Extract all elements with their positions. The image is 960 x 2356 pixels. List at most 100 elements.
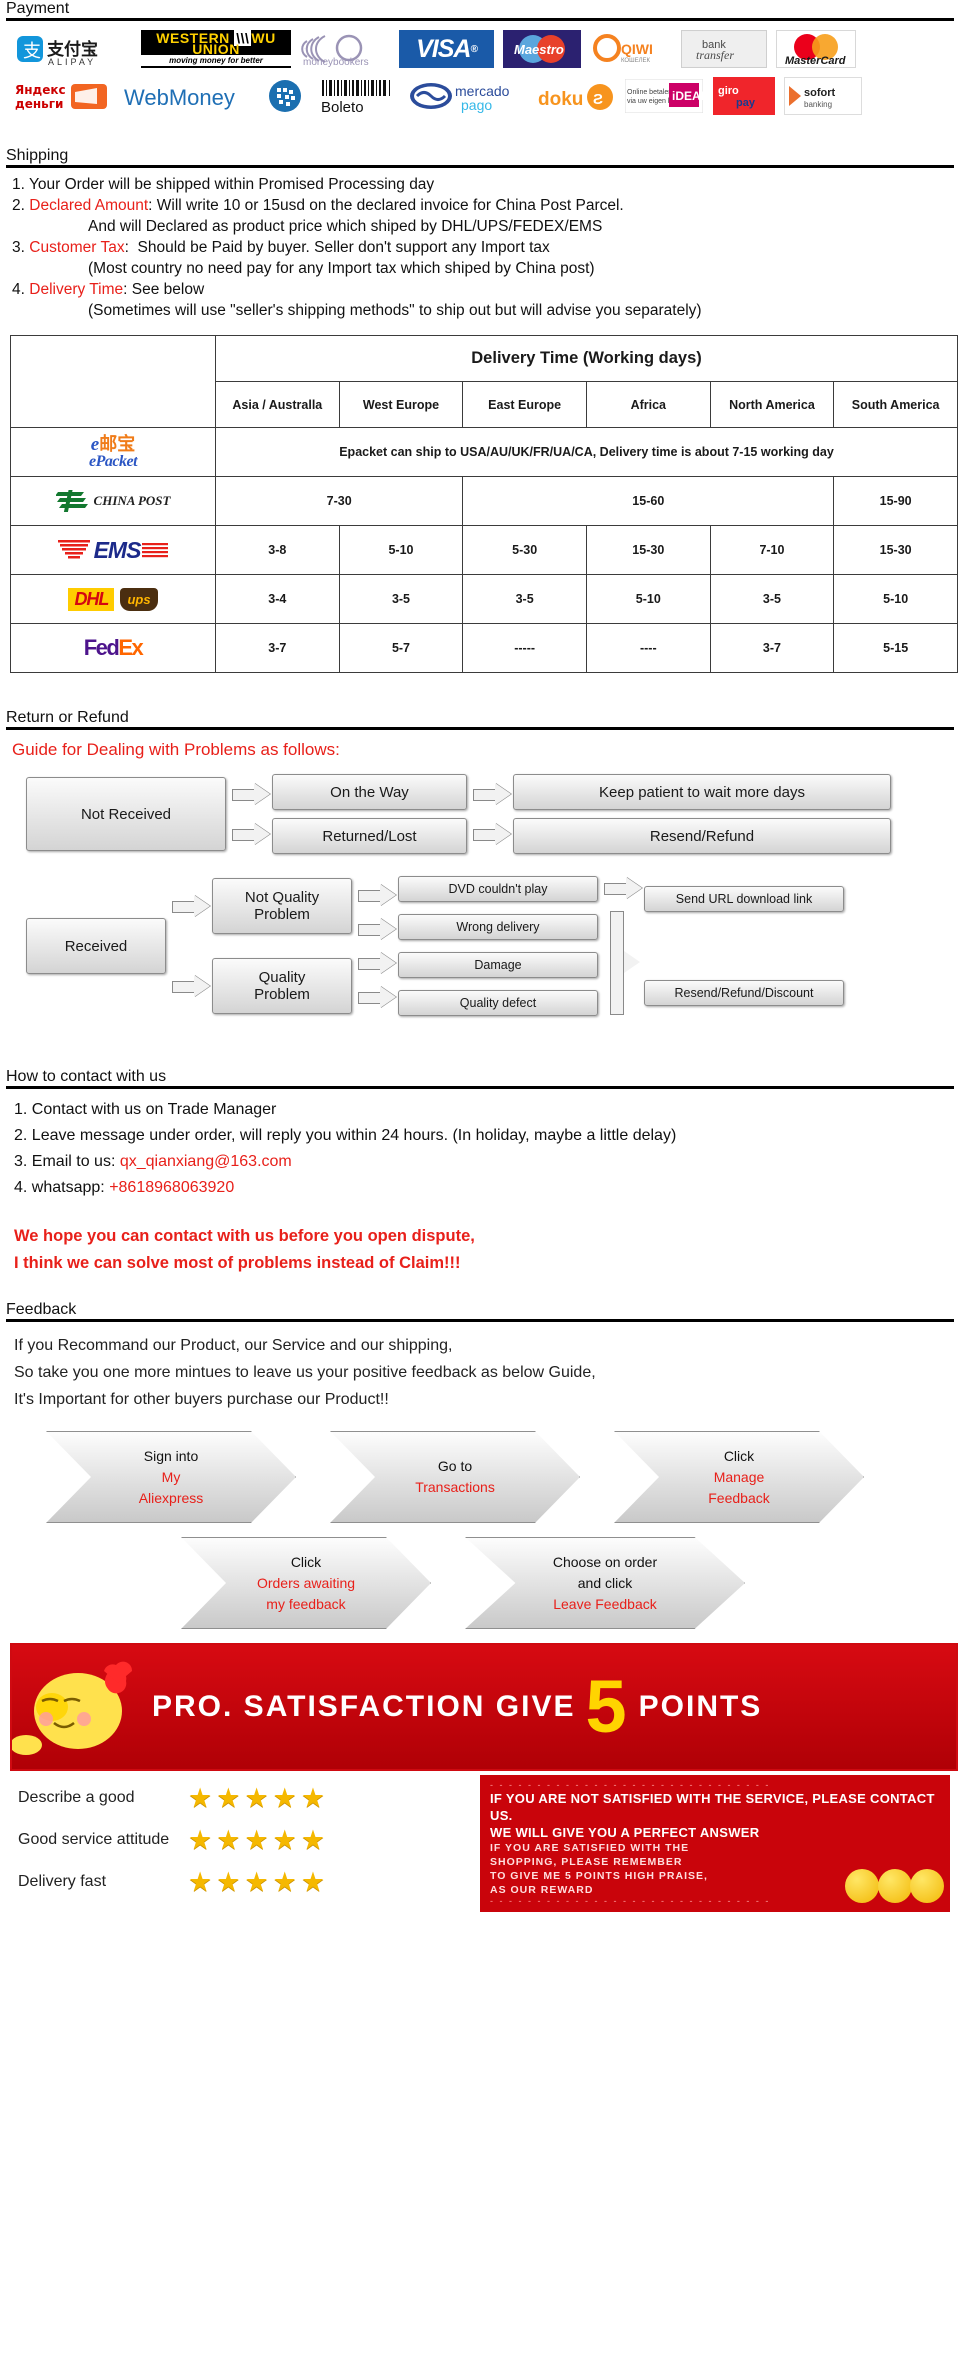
arrow-icon: [473, 783, 513, 805]
shipping-note: (Most country no need pay for any Import…: [88, 260, 595, 277]
dhl-time: 5-10: [585, 574, 711, 624]
dotpay-logo: [262, 77, 310, 115]
feedback-divider: [6, 1319, 954, 1322]
rating-row: Good service attitude ★ ★ ★ ★ ★: [18, 1819, 480, 1861]
dhl-time: 3-4: [215, 574, 340, 624]
svg-text:moneybookers: moneybookers: [303, 57, 369, 67]
contact-item: 4. whatsapp: +8618968063920: [14, 1179, 235, 1196]
shipping-note: 2. Declared Amount: Will write 10 or 15u…: [12, 197, 624, 214]
svg-text:giro: giro: [718, 85, 739, 97]
return-flowchart: Guide for Dealing with Problems as follo…: [6, 730, 954, 1020]
svg-text:Maestro: Maestro: [514, 42, 564, 57]
arrow-icon: [232, 783, 272, 805]
feedback-intro: If you Recommand our Product, our Servic…: [6, 1322, 954, 1417]
star-icon[interactable]: ★: [244, 1868, 268, 1896]
svg-text:Online betalen: Online betalen: [627, 89, 672, 96]
flow-not-received: Not Received: [26, 777, 226, 851]
banner-text-before: PRO. SATISFACTION GIVE: [152, 1690, 576, 1723]
smiley-icon: [910, 1869, 944, 1903]
epacket-note: Epacket can ship to USA/AU/UK/FR/UA/CA, …: [215, 427, 958, 477]
table-row: DHL ups 3-4 3-5 3-5 5-10 3-5 5-10: [10, 574, 958, 624]
satisfaction-banner: PRO. SATISFACTION GIVE 5 POINTS: [10, 1643, 958, 1771]
shipping-divider: [6, 165, 954, 168]
star-icon[interactable]: ★: [216, 1784, 240, 1812]
svg-text:Яндекс: Яндекс: [15, 83, 66, 97]
arrow-icon: [172, 895, 212, 917]
feedback-steps-row-1: Sign into My Aliexpress Go to Transactio…: [6, 1417, 954, 1523]
payment-row-1: 支 支付宝 ALIPAY WESTERN \\\ WU UNION moving …: [14, 29, 946, 69]
shipping-note: (Sometimes will use "seller's shipping m…: [88, 302, 702, 319]
star-icon[interactable]: ★: [273, 1784, 297, 1812]
whatsapp-number[interactable]: +8618968063920: [109, 1179, 234, 1196]
mastercard-logo: MasterCard: [776, 30, 856, 68]
star-icon[interactable]: ★: [301, 1826, 325, 1854]
step-label-black: Click: [290, 1553, 322, 1570]
star-icon[interactable]: ★: [301, 1868, 325, 1896]
flow-keep-patient: Keep patient to wait more days: [513, 774, 891, 810]
return-divider: [6, 727, 954, 730]
flow-not-quality-problem: Not Quality Problem: [212, 878, 352, 934]
flow-wrong-delivery: Wrong delivery: [398, 914, 598, 940]
svg-text:ALIPAY: ALIPAY: [48, 57, 96, 67]
step-label-red: my feedback: [266, 1595, 346, 1612]
star-rating[interactable]: ★ ★ ★ ★ ★: [188, 1826, 325, 1854]
moneybookers-logo: moneybookers: [300, 30, 390, 68]
step-label-red: Feedback: [708, 1489, 770, 1506]
arrow-icon: [473, 823, 513, 845]
star-icon[interactable]: ★: [244, 1826, 268, 1854]
customer-tax-label: Customer Tax: [29, 239, 125, 256]
star-icon[interactable]: ★: [301, 1784, 325, 1812]
giropay-logo: giro pay: [713, 77, 775, 115]
shipping-section-title: Shipping: [6, 147, 69, 164]
return-section-title: Return or Refund: [6, 709, 129, 726]
ems-time: 7-10: [709, 525, 835, 575]
region-header: North America: [709, 381, 835, 428]
step-label-black: Click: [723, 1447, 755, 1464]
flow-resend-refund-discount: Resend/Refund/Discount: [644, 980, 844, 1006]
arrow-icon: [358, 986, 398, 1008]
shipping-note: 3. Customer Tax: Should be Paid by buyer…: [12, 239, 550, 256]
star-icon[interactable]: ★: [244, 1784, 268, 1812]
ratings-list: Describe a good ★ ★ ★ ★ ★ Good service a…: [10, 1771, 480, 1920]
star-rating[interactable]: ★ ★ ★ ★ ★: [188, 1868, 325, 1896]
flow-quality-defect: Quality defect: [398, 990, 598, 1016]
china-post-logo: CHINA POST: [10, 476, 216, 526]
mercado-pago-logo: mercado pago: [408, 77, 528, 115]
delivery-time-table: Delivery Time (Working days) Asia / Aust…: [10, 335, 958, 673]
star-rating[interactable]: ★ ★ ★ ★ ★: [188, 1784, 325, 1812]
flow-received: Received: [26, 918, 166, 974]
payment-divider: [6, 18, 954, 21]
fedex-logo: FedEx: [10, 623, 216, 673]
step-label-red: My: [161, 1468, 181, 1485]
table-region-row: Asia / Australla West Europe East Europe…: [10, 381, 958, 428]
star-icon[interactable]: ★: [273, 1868, 297, 1896]
declared-amount-label: Declared Amount: [29, 197, 149, 214]
step-label-black: Go to: [437, 1458, 473, 1474]
svg-text:sofort: sofort: [804, 87, 836, 99]
star-icon[interactable]: ★: [273, 1826, 297, 1854]
table-corner-cell-2: [10, 381, 216, 428]
star-icon[interactable]: ★: [188, 1826, 212, 1854]
star-icon[interactable]: ★: [188, 1784, 212, 1812]
china-post-time: 7-30: [214, 476, 464, 526]
ems-time: 15-30: [585, 525, 711, 575]
feedback-section-title: Feedback: [6, 1301, 77, 1318]
flow-resend-refund: Resend/Refund: [513, 818, 891, 854]
rating-label: Good service attitude: [18, 1831, 170, 1848]
svg-text:WebMoney: WebMoney: [124, 85, 235, 110]
flow-quality-problem: Quality Problem: [212, 958, 352, 1014]
star-icon[interactable]: ★: [216, 1868, 240, 1896]
svg-text:doku: doku: [538, 89, 583, 110]
dhl-time: 3-5: [709, 574, 835, 624]
email-link[interactable]: qx_qianxiang@163.com: [120, 1153, 292, 1170]
ems-time: 3-8: [215, 525, 340, 575]
shipping-note: And will Declared as product price which…: [88, 218, 603, 235]
region-header: Africa: [585, 381, 711, 428]
not-received-group: Not Received On the Way Returned/Lost Ke…: [12, 774, 948, 854]
star-icon[interactable]: ★: [216, 1826, 240, 1854]
rating-label: Delivery fast: [18, 1873, 107, 1890]
bank-transfer-logo: bank transfer: [681, 30, 767, 68]
star-icon[interactable]: ★: [188, 1868, 212, 1896]
boleto-logo: Boleto: [319, 77, 399, 115]
flow-on-the-way: On the Way: [272, 774, 467, 810]
